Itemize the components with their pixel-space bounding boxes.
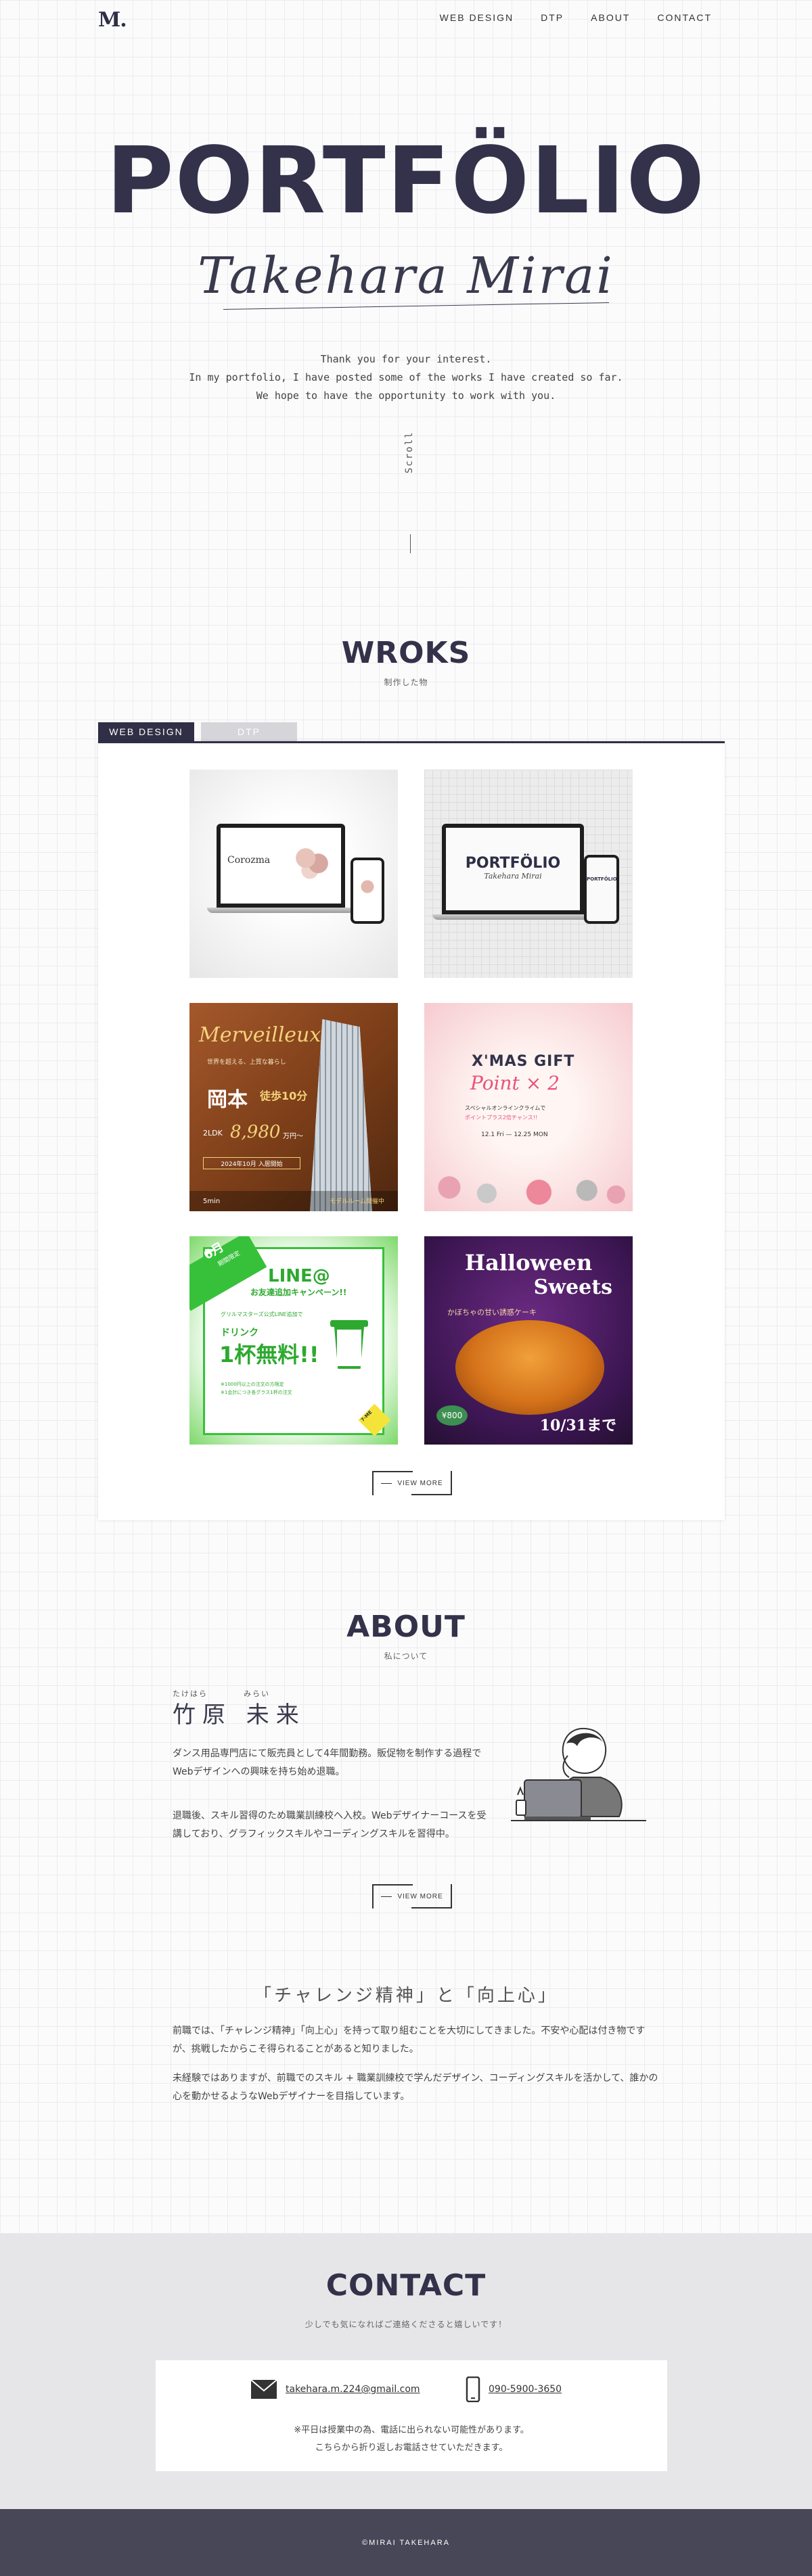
about-name: 竹原 未来 [173,1702,306,1729]
mock-portfolio-subtitle: Takehara Mirai [484,872,542,881]
about-paragraph-2: 退職後、スキル習得のため職業訓練校へ入校。Webデザイナーコースを受講しており、… [173,1810,487,1840]
laptop-screen: PORTFÖLIO Takehara Mirai [442,824,584,914]
scroll-indicator-line [410,534,411,553]
about-paragraph-1: ダンス用品専門店にて販売員として4年間勤務。販促物を制作する過程でWebデザイン… [173,1748,482,1777]
merveilleux-date: 2024年10月 入居開始 [203,1157,300,1169]
laptop-base [207,908,355,913]
intro-line-1: Thank you for your interest. [320,353,492,365]
xmas-point: Point × 2 [470,1072,560,1094]
challenge-paragraph-2: 未経験ではありますが、前職でのスキル + 職業訓練校で学んだデザイン、コーディン… [173,2073,658,2102]
line-title: LINE@ [268,1266,330,1286]
merveilleux-price-unit: 万円〜 [283,1133,303,1140]
mail-icon [250,2379,277,2399]
merveilleux-price-label: 2LDK [203,1129,223,1138]
line-sub: お友達追加キャンペーン!! [250,1288,347,1297]
nav-dtp[interactable]: DTP [541,12,564,23]
cup-lid-icon [330,1320,368,1327]
xmas-title: X'MAS GIFT [472,1053,575,1070]
dash-icon [381,1482,392,1484]
corozma-caption: Corozma [227,855,271,866]
phone-mockup [351,858,384,924]
tab-dtp[interactable]: DTP [201,722,297,741]
line-free: 1杯無料!! [219,1342,319,1367]
halloween-copy: かぼちゃの甘い誘惑ケーキ [447,1308,537,1317]
xmas-sub2: ポイントプラス2倍チャンス!! [465,1115,538,1121]
contact-card: takehara.m.224@gmail.com 090-5900-3650 ※… [156,2360,667,2471]
phone-icon [466,2376,480,2402]
merveilleux-tagline: 世界を超える、上質な暮らし [207,1059,286,1066]
works-title: WROKS [341,636,471,670]
xmas-date: 12.1 Fri — 12.25 MON [481,1131,548,1138]
footer-copyright: ©MIRAI TAKEHARA [362,2538,450,2547]
working-person-illustration [511,1727,646,1821]
line-note1: ※1000円以上の注文の方限定 [221,1382,284,1387]
contact-note-1: ※平日は授業中の為、電話に出られない可能性があります。 [294,2425,529,2435]
contact-title: CONTACT [325,2268,487,2303]
hero-title: PORTFÖLIO [106,128,706,235]
merveilleux-note2: モデルルーム開催中 [330,1198,384,1205]
work-thumb-halloween[interactable]: Halloween Sweets かぼちゃの甘い誘惑ケーキ ¥800 10/31… [424,1236,633,1445]
tower-image [310,1019,372,1211]
challenge-paragraph-1: 前職では、「チャレンジ精神」「向上心」を持って取り組むことを大切にしてきました。… [173,2025,646,2055]
laptop-screen: Corozma [217,824,345,908]
line-drink: ドリンク [221,1328,258,1338]
pumpkin-cake-image [455,1320,604,1415]
site-footer: ©MIRAI TAKEHARA [0,2509,812,2576]
intro-line-2: In my portfolio, I have posted some of t… [189,371,623,383]
nav-web-design[interactable]: WEB DESIGN [440,12,514,23]
page: M. WEB DESIGN DTP ABOUT CONTACT PORTFÖLI… [0,0,812,2576]
contact-phone[interactable]: 090-5900-3650 [489,2384,562,2395]
work-thumb-merveilleux[interactable]: Merveilleux 世界を超える、上質な暮らし 岡本 徒歩10分 2LDK … [189,1003,398,1211]
contact-email[interactable]: takehara.m.224@gmail.com [286,2384,420,2395]
tab-web-design[interactable]: WEB DESIGN [98,722,194,741]
macaron-image [291,844,333,879]
nav-about[interactable]: ABOUT [591,12,630,23]
halloween-title1: Halloween [464,1250,593,1275]
hero-intro: Thank you for your interest. In my portf… [0,350,812,405]
work-thumb-xmas-gift[interactable]: X'MAS GIFT Point × 2 スペシャルオンラインクライムで ポイン… [424,1003,633,1211]
cup-icon [334,1327,364,1369]
nav-contact[interactable]: CONTACT [657,12,712,23]
xmas-sub1: スペシャルオンラインクライムで [465,1105,546,1111]
contact-phone-row[interactable]: 090-5900-3650 [466,2376,562,2402]
scroll-indicator-label[interactable]: Scroll [404,431,415,473]
merveilleux-note1: 5min [203,1198,221,1205]
halloween-date: 10/31まで [539,1417,616,1434]
gift-boxes-image [424,1152,633,1211]
contact-email-row[interactable]: takehara.m.224@gmail.com [250,2379,420,2399]
line-sub2: グリルマスターズ公式LINE追加で [221,1311,303,1317]
dash-icon [381,1896,392,1897]
works-view-more-label: VIEW MORE [397,1479,443,1487]
contact-note-2: こちらから折り返しお電話させていただきます。 [315,2443,508,2453]
halloween-title2: Sweets [533,1275,612,1299]
about-subtitle: 私について [384,1652,428,1661]
work-thumb-corozma[interactable]: Corozma [189,770,398,978]
phone-mockup: PORTFÖLIO [584,855,619,924]
site-logo[interactable]: M. [98,8,127,32]
merveilleux-price: 8,980 [230,1122,281,1142]
mock-portfolio-title: PORTFÖLIO [465,855,561,872]
about-view-more-button[interactable]: VIEW MORE [372,1884,452,1908]
intro-line-3: We hope to have the opportunity to work … [256,390,556,402]
works-subtitle: 制作した物 [384,678,428,687]
merveilleux-walk: 徒歩10分 [260,1090,308,1102]
merveilleux-brand: Merveilleux [199,1023,321,1047]
about-view-more-label: VIEW MORE [397,1892,443,1900]
merveilleux-name: 岡本 [207,1088,248,1112]
work-thumb-portfolio[interactable]: PORTFÖLIO Takehara Mirai PORTFÖLIO [424,770,633,978]
works-view-more-button[interactable]: VIEW MORE [372,1471,452,1495]
laptop-base [432,914,593,920]
halloween-price: ¥800 [436,1405,468,1426]
about-title: ABOUT [346,1610,466,1644]
contact-subtitle: 少しでも気になればご連絡くださると嬉しいです！ [304,2320,508,2329]
line-note2: ※1会計につき各グラス1杯の注文 [221,1390,292,1395]
main-nav: WEB DESIGN DTP ABOUT CONTACT [440,12,712,23]
hero-script-name: Takehara Mirai [198,247,614,305]
challenge-title: 「チャレンジ精神」と「向上心」 [254,1986,558,2006]
work-thumb-line-campaign[interactable]: 6月 期間限定 LINE@ お友達追加キャンペーン!! グリルマスターズ公式LI… [189,1236,398,1445]
